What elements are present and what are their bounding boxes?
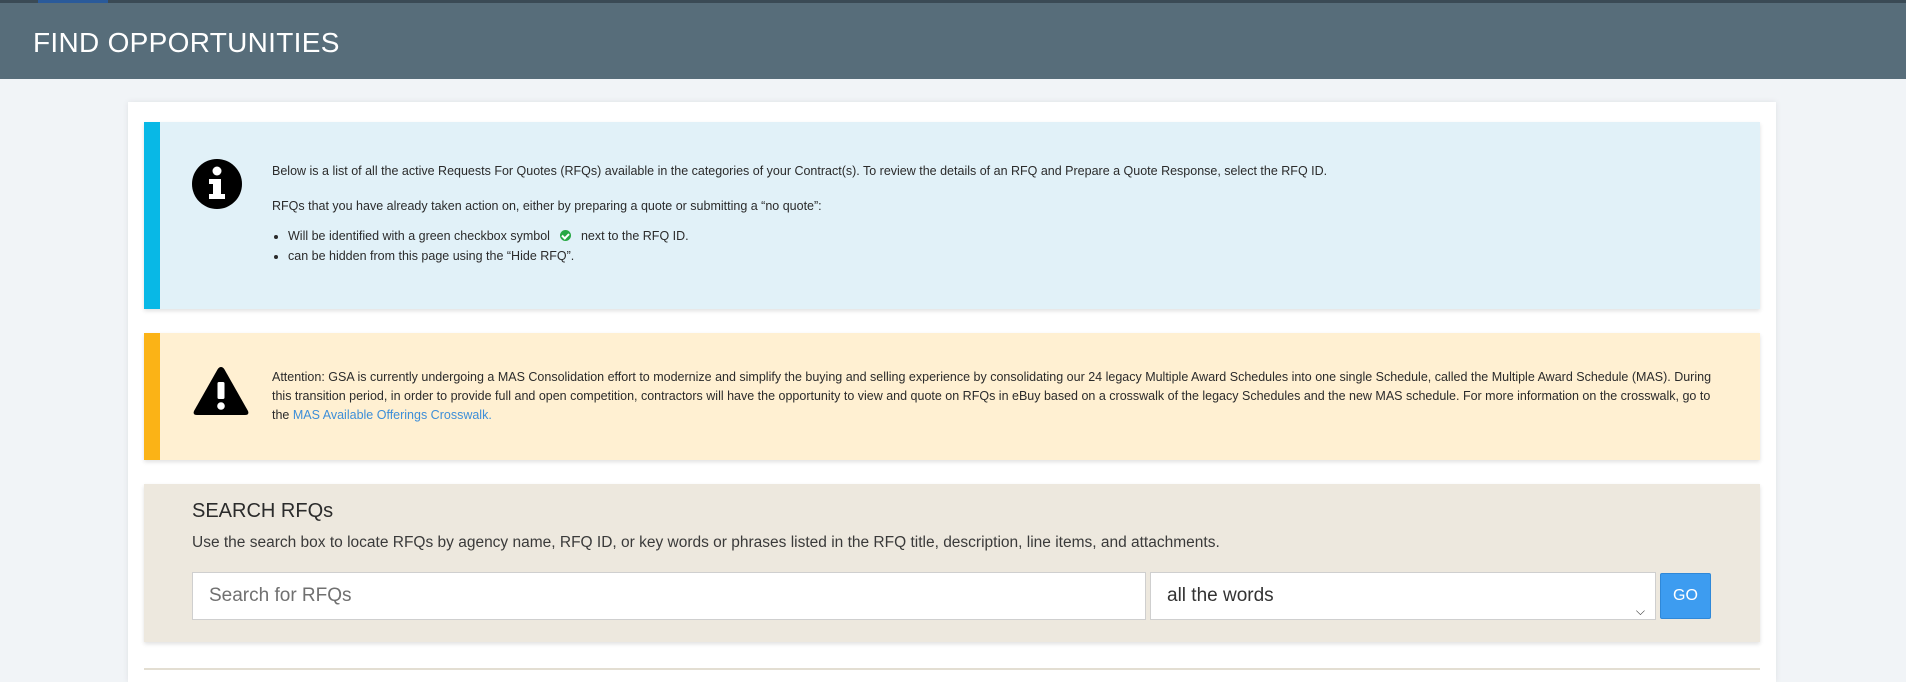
info-circle-icon [192,159,242,214]
bullet-1-text-after: next to the RFQ ID. [580,229,689,243]
info-alert: Below is a list of all the active Reques… [144,122,1760,309]
check-circle-icon [559,230,571,241]
page-header: FIND OPPORTUNITIES [0,0,1906,79]
info-paragraph-1: Below is a list of all the active Reques… [272,164,1328,178]
page-title: FIND OPPORTUNITIES [33,27,340,58]
search-description: Use the search box to locate RFQs by age… [192,534,1220,551]
warning-alert-body: Attention: GSA is currently undergoing a… [272,368,1720,425]
bullet-1-text-before: Will be identified with a green checkbox… [288,229,550,243]
info-bullet-list: Will be identified with a green checkbox… [272,226,1720,266]
chevron-down-icon: ⌵ [1635,604,1645,618]
info-alert-body: Below is a list of all the active Reques… [272,162,1720,266]
warning-triangle-icon [192,365,250,422]
search-panel: SEARCH RFQs Use the search box to locate… [144,484,1760,642]
crosswalk-link[interactable]: MAS Available Offerings Crosswalk. [293,408,492,422]
info-bullet-2: can be hidden from this page using the “… [288,246,1720,266]
info-bullet-1: Will be identified with a green checkbox… [288,226,1720,246]
info-alert-accent-bar [144,122,160,309]
search-mode-select[interactable]: all the words ⌵ [1150,572,1656,620]
warning-alert-accent-bar [144,333,160,460]
main-card: Below is a list of all the active Reques… [128,102,1776,682]
search-title: SEARCH RFQs [192,500,334,522]
warning-alert: Attention: GSA is currently undergoing a… [144,333,1760,460]
search-input[interactable] [192,572,1146,620]
info-paragraph-2: RFQs that you have already taken action … [272,199,822,213]
header-tab-accent [38,0,108,3]
search-mode-value: all the words [1167,585,1274,606]
go-button[interactable]: GO [1660,573,1711,619]
